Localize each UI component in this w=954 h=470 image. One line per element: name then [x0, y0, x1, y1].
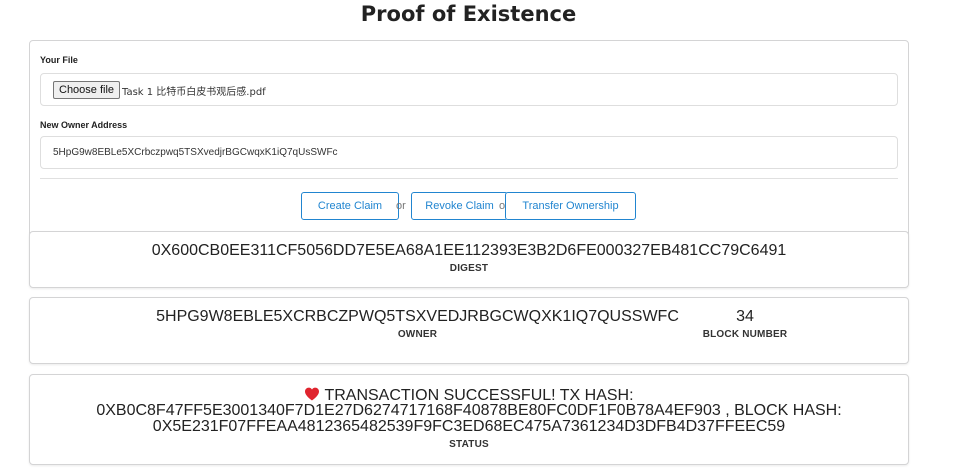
page-title: Proof of Existence [360, 2, 577, 26]
block-number-value: 34 [736, 308, 754, 325]
status-caption: STATUS [449, 439, 489, 450]
file-input[interactable]: Choose file Task 1 比特币白皮书观后感.pdf [40, 73, 898, 106]
digest-card: 0X600CB0EE311CF5056DD7E5EA68A1EE112393E3… [29, 231, 909, 288]
file-name: Task 1 比特币白皮书观后感.pdf [122, 87, 266, 98]
digest-caption: DIGEST [449, 263, 489, 274]
transfer-ownership-button[interactable]: Transfer Ownership [505, 192, 636, 220]
status-line-2: 0XB0C8F47FF5E3001340F7D1E27D6274717168F4… [96, 402, 842, 419]
owner-address-input[interactable]: 5HpG9w8EBLe5XCrbczpwq5TSXvedjrBGCwqxK1iQ… [40, 136, 898, 169]
owner-value: 5HPG9W8EBLE5XCRBCZPWQ5TSXVEDJRBGCWQXK1IQ… [156, 308, 679, 325]
or-separator: or [396, 200, 406, 212]
status-card: TRANSACTION SUCCESSFUL! TX HASH: 0XB0C8F… [29, 374, 909, 465]
owner-address-label: New Owner Address [40, 120, 128, 130]
file-label: Your File [40, 55, 78, 65]
owner-caption: OWNER [397, 329, 438, 340]
choose-file-button[interactable]: Choose file [53, 81, 121, 99]
digest-value: 0X600CB0EE311CF5056DD7E5EA68A1EE112393E3… [151, 242, 787, 259]
claim-form: Your File Choose file Task 1 比特币白皮书观后感.p… [29, 40, 909, 238]
status-line-3: 0X5E231F07FFEAA4812365482539F9FC3ED68EC4… [152, 418, 786, 435]
revoke-claim-button[interactable]: Revoke Claim [411, 192, 508, 220]
heart-icon [305, 387, 320, 401]
owner-card: 5HPG9W8EBLE5XCRBCZPWQ5TSXVEDJRBGCWQXK1IQ… [29, 297, 909, 364]
block-number-caption: BLOCK NUMBER [702, 329, 788, 340]
create-claim-button[interactable]: Create Claim [301, 192, 399, 220]
owner-address-value: 5HpG9w8EBLe5XCrbczpwq5TSXvedjrBGCwqxK1iQ… [53, 147, 338, 158]
form-divider [40, 178, 898, 179]
